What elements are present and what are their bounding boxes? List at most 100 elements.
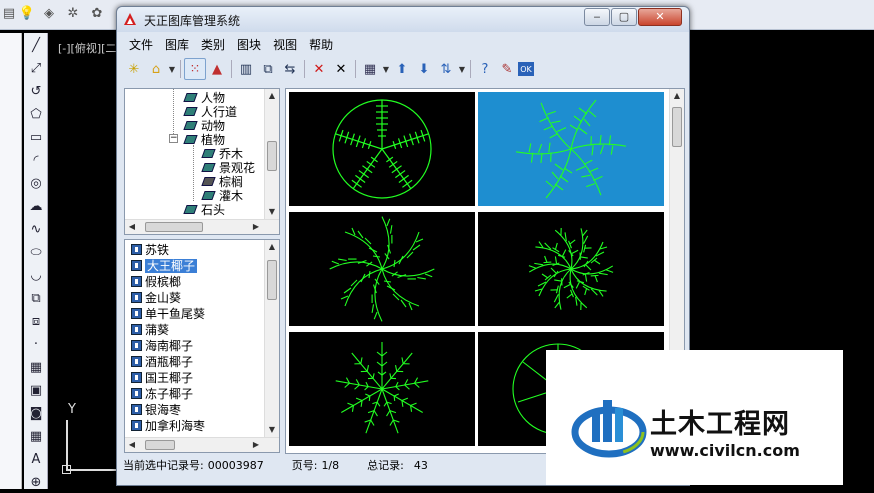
make-block-icon[interactable]: ⧈ [26,312,46,332]
tree-hscroll[interactable]: ◀ ▶ [125,219,279,234]
preview-cell-royal-palm[interactable] [478,92,664,206]
delete-red-icon[interactable]: ✕ [308,58,330,80]
collapse-icon[interactable]: − [169,134,178,143]
table-icon[interactable]: ▦ [26,427,46,447]
list-vscroll[interactable]: ▲ ▼ [264,240,279,437]
view-3d-icon[interactable]: ▲ [206,58,228,80]
scroll-thumb[interactable] [267,141,277,171]
print-icon[interactable]: ▤ [0,5,18,23]
open-library-icon[interactable]: ⌂ [145,58,167,80]
tree-vscroll[interactable]: ▲ ▼ [264,89,279,219]
title-bar[interactable]: 天正图库管理系统 ‒ ▢ ✕ [117,7,689,32]
tree-item[interactable]: 动物 [183,119,225,133]
mtext-icon[interactable]: A [26,450,46,470]
scroll-left-icon[interactable]: ◀ [125,220,139,234]
replace-block-icon[interactable]: ⧉ [257,58,279,80]
settings-icon[interactable]: ✲ [64,5,82,23]
hatch-icon[interactable]: ▦ [26,358,46,378]
list-item[interactable]: 酒瓶椰子 [131,354,193,370]
scroll-up-icon[interactable]: ▲ [265,240,279,254]
scroll-down-icon[interactable]: ▼ [265,205,279,219]
scroll-thumb[interactable] [267,260,277,300]
list-item-selected[interactable]: 大王椰子 [131,258,198,274]
ok-icon[interactable]: OK [518,62,534,76]
add-selected-icon[interactable]: ⊕ [26,473,46,493]
layout-dropdown-icon[interactable]: ▼ [381,65,391,74]
list-hscroll[interactable]: ◀ ▶ [125,437,279,452]
minimize-button[interactable]: ‒ [584,8,610,26]
list-item[interactable]: 加拿利海枣 [131,418,205,434]
preview-cell-palm-radial[interactable] [289,332,475,446]
list-item[interactable]: 苏铁 [131,242,169,258]
layout-grid-icon[interactable]: ▦ [359,58,381,80]
rectangle-icon[interactable]: ▭ [26,128,46,148]
list-item[interactable]: 蒲葵 [131,322,169,338]
scroll-up-icon[interactable]: ▲ [265,89,279,103]
move-up-icon[interactable]: ⬆ [391,58,413,80]
tree-item[interactable]: 石头 [183,203,225,217]
revision-cloud-icon[interactable]: ☁ [26,197,46,217]
export-block-icon[interactable]: ⇆ [279,58,301,80]
scroll-down-icon[interactable]: ▼ [265,423,279,437]
tree-item[interactable]: 乔木 [201,147,243,161]
help-icon[interactable]: ? [474,58,496,80]
tree-item[interactable]: 景观花 [201,161,255,175]
menu-view[interactable]: 视图 [267,34,303,52]
maximize-button[interactable]: ▢ [611,8,637,26]
scroll-thumb[interactable] [145,222,203,232]
ellipse-arc-icon[interactable]: ◡ [26,266,46,286]
menu-category[interactable]: 类别 [195,34,231,52]
preview-cell-palm-swirl-dense[interactable] [478,212,664,326]
spline-icon[interactable]: ∿ [26,220,46,240]
preview-cell-cycad[interactable] [289,92,475,206]
bulb-icon[interactable]: 💡 [18,5,36,23]
scroll-left-icon[interactable]: ◀ [125,438,139,452]
scroll-thumb[interactable] [672,107,682,147]
menu-file[interactable]: 文件 [123,34,159,52]
tree-item[interactable]: 人物 [183,91,225,105]
gradient-icon[interactable]: ▣ [26,381,46,401]
sort-dropdown-icon[interactable]: ▼ [457,65,467,74]
sort-icon[interactable]: ⇅ [435,58,457,80]
block-list[interactable]: 苏铁 大王椰子 假槟榔 金山葵 单干鱼尾葵 蒲葵 海南椰子 酒瓶椰子 国王椰子 … [124,239,280,453]
view-mode-icon[interactable]: ⁙ [184,58,206,80]
polygon-icon[interactable]: ⬠ [26,105,46,125]
category-tree[interactable]: 人物 人行道 动物 − 植物 乔木 景观花 棕榈 灌木 石头 ▲ ▼ ◀ ▶ [124,88,280,235]
open-dropdown-icon[interactable]: ▼ [167,65,177,74]
list-item[interactable]: 单干鱼尾葵 [131,306,205,322]
arc-icon[interactable]: ◜ [26,151,46,171]
menu-help[interactable]: 帮助 [303,34,339,52]
list-item[interactable]: 假槟榔 [131,274,181,290]
tree-item-selected[interactable]: 棕榈 [201,175,243,189]
region-icon[interactable]: ◙ [26,404,46,424]
insert-block-icon[interactable]: ⧉ [26,289,46,309]
tree-item[interactable]: 人行道 [183,105,237,119]
point-icon[interactable]: · [26,335,46,355]
move-down-icon[interactable]: ⬇ [413,58,435,80]
scroll-right-icon[interactable]: ▶ [249,220,263,234]
scroll-up-icon[interactable]: ▲ [670,89,684,103]
list-item[interactable]: 银海枣 [131,402,181,418]
viewport-label[interactable]: [-][俯视][二 [58,40,116,56]
construction-line-icon[interactable]: ⤢ [26,59,46,79]
list-item[interactable]: 冻子椰子 [131,386,193,402]
list-item[interactable]: 海南椰子 [131,338,193,354]
list-item[interactable]: 国王椰子 [131,370,193,386]
polyline-icon[interactable]: ↺ [26,82,46,102]
ellipse-icon[interactable]: ⬭ [26,243,46,263]
gear-icon[interactable]: ✿ [88,5,106,23]
delete-icon[interactable]: ✕ [330,58,352,80]
scroll-thumb[interactable] [145,440,175,450]
menu-block[interactable]: 图块 [231,34,267,52]
new-library-icon[interactable]: ✳ [123,58,145,80]
batch-import-icon[interactable]: ▥ [235,58,257,80]
line-icon[interactable]: ╱ [26,36,46,56]
edit-icon[interactable]: ✎ [496,58,518,80]
circle-icon[interactable]: ◎ [26,174,46,194]
close-button[interactable]: ✕ [638,8,682,26]
scroll-right-icon[interactable]: ▶ [249,438,263,452]
menu-library[interactable]: 图库 [159,34,195,52]
preview-cell-palm-swirl[interactable] [289,212,475,326]
tree-item[interactable]: 植物 [183,133,225,147]
layers-icon[interactable]: ◈ [40,5,58,23]
